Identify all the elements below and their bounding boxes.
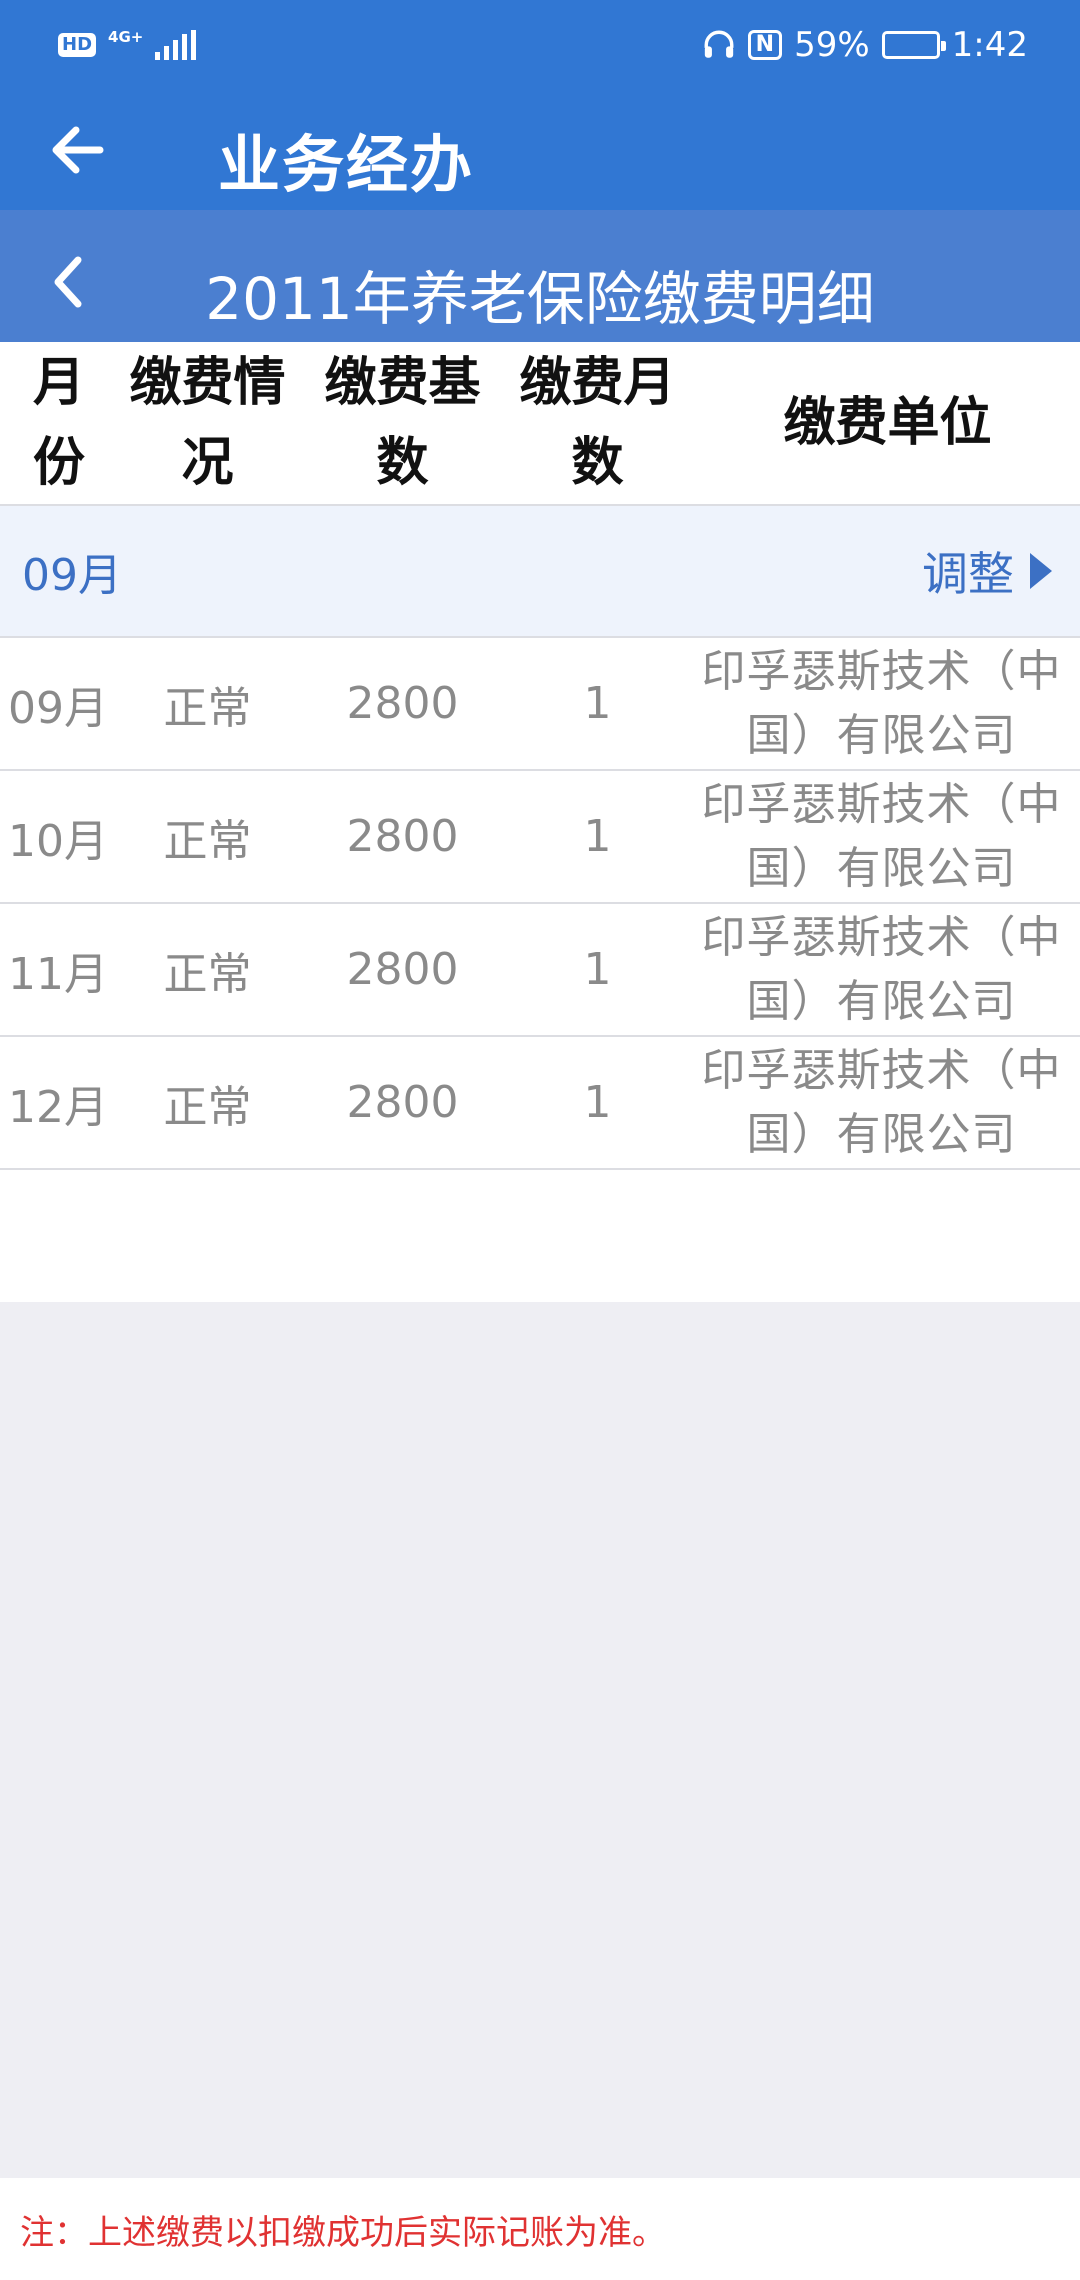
group-month: 09月 [22,550,122,601]
arrow-left-icon[interactable] [48,122,108,178]
table-row: 09月 正常 2800 1 印孚瑟斯技术（中国）有限公司 [0,638,1080,771]
network-type: 4G+ [108,27,144,46]
payment-table: 月份 缴费情况 缴费基数 缴费月数 缴费单位 09月 调整 09月 正常 280… [0,342,1080,1302]
group-row[interactable]: 09月 调整 [0,506,1080,638]
cell-unit: 印孚瑟斯技术（中国）有限公司 [701,778,1062,894]
cell-base: 2800 [346,1077,459,1128]
cell-unit: 印孚瑟斯技术（中国）有限公司 [701,911,1062,1027]
table-row: 11月 正常 2800 1 印孚瑟斯技术（中国）有限公司 [0,904,1080,1037]
header-months: 缴费月数 [519,353,676,493]
page-title: 业务经办 [218,128,475,201]
cell-months: 1 [583,944,612,995]
header-base: 缴费基数 [324,353,481,493]
cell-unit: 印孚瑟斯技术（中国）有限公司 [701,1044,1062,1160]
footer: 注：上述缴费以扣缴成功后实际记账为准。 [0,2178,1080,2280]
adjust-label: 调整 [922,547,1014,601]
cell-month: 10月 [8,815,108,867]
cell-month: 12月 [8,1081,108,1133]
sub-title: 2011年养老保险缴费明细 [205,265,875,333]
cell-months: 1 [583,678,612,729]
cell-status: 正常 [163,948,252,1000]
cell-status: 正常 [163,815,252,867]
clock: 1:42 [951,25,1028,65]
table-row: 10月 正常 2800 1 印孚瑟斯技术（中国）有限公司 [0,771,1080,904]
status-right: N 59% 1:42 [702,25,1028,65]
hd-badge: HD [58,33,97,57]
headphones-icon [704,30,734,58]
cell-unit: 印孚瑟斯技术（中国）有限公司 [701,645,1062,761]
cell-month: 11月 [8,948,108,1000]
cell-month: 09月 [8,682,108,734]
sub-header: 2011年养老保险缴费明细 [0,210,1080,342]
cell-base: 2800 [346,678,459,729]
chevron-left-icon[interactable] [48,254,88,310]
cell-status: 正常 [163,682,252,734]
status-left: HD 4G+ [58,27,197,60]
triangle-right-icon [1030,553,1052,589]
adjust-button[interactable]: 调整 [922,538,1052,604]
status-bar: HD 4G+ N 59% 1:42 [0,0,1080,90]
header-month: 月份 [32,353,85,493]
header-unit: 缴费单位 [783,393,992,453]
table-row: 12月 正常 2800 1 印孚瑟斯技术（中国）有限公司 [0,1037,1080,1170]
cell-status: 正常 [163,1081,252,1133]
signal-icon [155,30,197,60]
battery-icon [881,31,946,59]
cell-months: 1 [583,1077,612,1128]
header-status: 缴费情况 [129,353,286,493]
app-bar: 业务经办 [0,90,1080,210]
cell-months: 1 [583,811,612,862]
footer-note: 注：上述缴费以扣缴成功后实际记账为准。 [20,2212,666,2253]
nfc-icon: N [747,30,783,60]
table-header: 月份 缴费情况 缴费基数 缴费月数 缴费单位 [0,342,1080,506]
cell-base: 2800 [346,811,459,862]
cell-base: 2800 [346,944,459,995]
battery-percent: 59% [794,25,870,65]
